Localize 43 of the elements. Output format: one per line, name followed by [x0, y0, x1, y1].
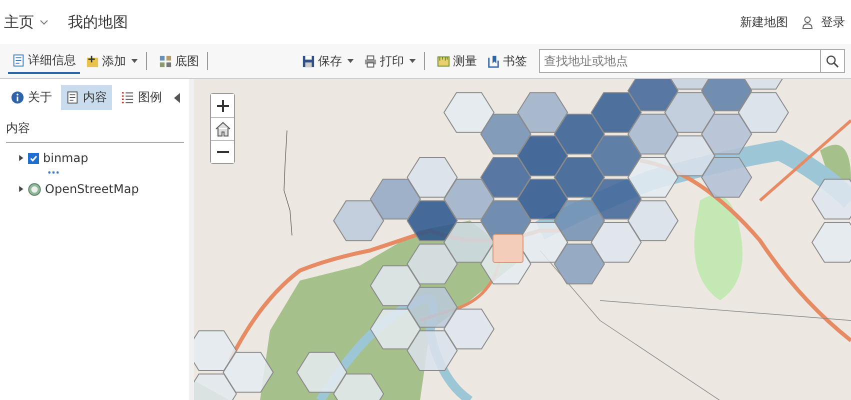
bookmark-icon	[487, 54, 500, 68]
info-icon	[11, 91, 24, 104]
expand-arrow-icon[interactable]	[18, 154, 24, 162]
caret-icon	[409, 59, 416, 63]
toolbar-button[interactable]: 打印	[360, 52, 425, 70]
zoom-out-button[interactable]	[211, 140, 234, 163]
more-options-icon[interactable]	[48, 171, 59, 174]
toolbar-button[interactable]: 详细信息	[8, 48, 80, 74]
panel-tab[interactable]: 图例	[116, 85, 167, 110]
search-icon	[826, 54, 839, 68]
globe-icon	[28, 182, 41, 196]
layer-checkbox[interactable]	[28, 152, 39, 164]
toolbar-button[interactable]: 添加	[82, 52, 147, 70]
toolbar-button[interactable]: 测量	[433, 48, 481, 74]
add-icon	[86, 54, 99, 68]
grid-icon	[159, 54, 172, 68]
collapse-icon[interactable]	[174, 92, 180, 102]
panel-tab[interactable]: 关于	[6, 85, 57, 110]
panel-tab[interactable]: 内容	[61, 85, 112, 110]
sign-in-link[interactable]: 登录	[821, 14, 845, 30]
document-icon	[12, 54, 25, 66]
caret-icon[interactable]	[40, 20, 48, 24]
printer-icon	[364, 54, 377, 68]
section-heading: 内容	[6, 110, 184, 143]
layer-name[interactable]: OpenStreetMap	[45, 182, 139, 196]
layer-name[interactable]: binmap	[43, 151, 88, 165]
expand-arrow-icon[interactable]	[18, 185, 24, 193]
home-icon	[214, 121, 230, 137]
toolbar-button[interactable]: 书签	[483, 48, 531, 74]
caret-icon	[347, 59, 354, 63]
search-button[interactable]	[821, 49, 845, 73]
home-link[interactable]: 主页	[4, 12, 34, 32]
toolbar-button[interactable]: 保存	[298, 48, 358, 74]
ruler-icon	[437, 54, 450, 68]
user-icon[interactable]	[802, 16, 813, 28]
caret-icon	[131, 59, 138, 63]
list-icon	[121, 91, 134, 104]
document-icon	[66, 91, 79, 104]
toolbar-button[interactable]: 底图	[155, 52, 208, 70]
map-title: 我的地图	[68, 12, 128, 32]
search-field[interactable]: 查找地址或地点	[539, 49, 821, 73]
new-map-link[interactable]: 新建地图	[740, 14, 788, 30]
plus-icon	[216, 100, 228, 112]
